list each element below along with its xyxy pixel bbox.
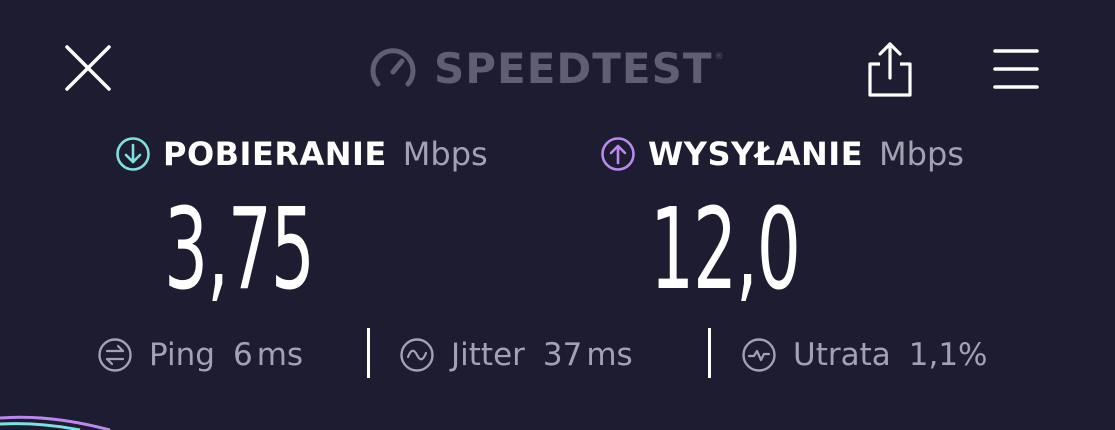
ping-unit: ms	[256, 337, 304, 373]
menu-button[interactable]	[990, 46, 1042, 92]
upload-speed-value: 12,0	[650, 185, 801, 315]
logo-registered-mark: ®	[714, 52, 724, 62]
stats-divider	[708, 328, 711, 378]
ping-value: 6	[232, 337, 253, 373]
share-icon	[868, 42, 912, 97]
jitter-unit: ms	[586, 337, 633, 373]
packet-loss-icon	[742, 338, 776, 372]
hamburger-menu-icon	[993, 49, 1039, 89]
upload-unit: Mbps	[879, 135, 964, 173]
jitter-value: 37	[542, 337, 583, 373]
speedtest-results-screen: SPEEDTEST ® POBIERANIE Mbps WYSYŁANIE Mb…	[0, 0, 1115, 430]
jitter-stat: Jitter 37 ms	[399, 332, 633, 378]
ping-stat: Ping 6 ms	[97, 332, 303, 378]
packet-loss-value: 1,1%	[908, 337, 988, 373]
download-speed-value: 3,75	[164, 185, 315, 315]
speedtest-logo: SPEEDTEST ®	[368, 44, 724, 94]
close-button[interactable]	[62, 42, 114, 94]
packet-loss-stat: Utrata 1,1%	[741, 332, 988, 378]
speedometer-icon	[370, 48, 416, 87]
upload-arrow-icon	[601, 137, 635, 171]
speed-graph-trace	[0, 415, 111, 430]
logo-text: SPEEDTEST	[434, 44, 713, 93]
upload-label: WYSYŁANIE	[648, 135, 864, 173]
ping-label: Ping	[149, 337, 215, 373]
share-button[interactable]	[864, 40, 916, 98]
stats-divider	[367, 328, 370, 378]
packet-loss-label: Utrata	[793, 337, 891, 373]
upload-header: WYSYŁANIE Mbps	[600, 134, 964, 174]
download-arrow-icon	[116, 137, 150, 171]
ping-icon	[98, 338, 132, 372]
download-header: POBIERANIE Mbps	[115, 134, 488, 174]
download-unit: Mbps	[402, 135, 488, 173]
close-icon	[65, 45, 111, 91]
jitter-icon	[400, 338, 434, 372]
jitter-label: Jitter	[451, 337, 525, 373]
download-label: POBIERANIE	[163, 135, 387, 173]
